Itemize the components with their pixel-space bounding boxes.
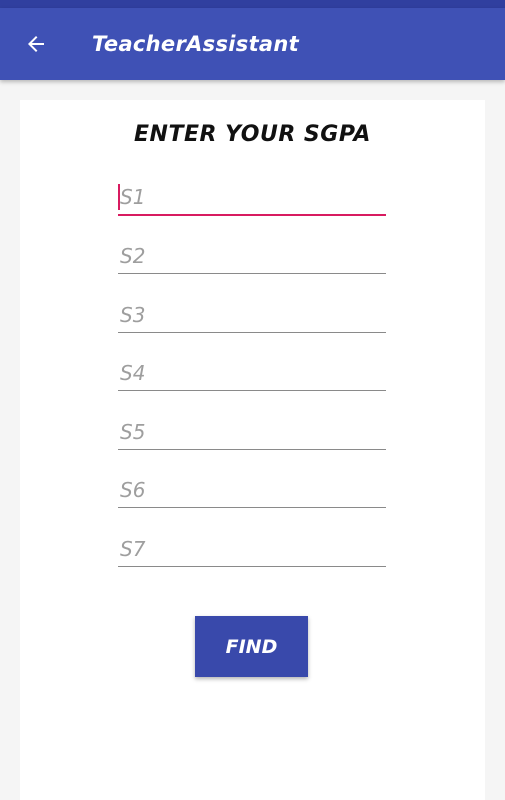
form-heading: ENTER YOUR SGPA	[134, 122, 371, 147]
sgpa-input-s5[interactable]	[118, 406, 386, 450]
sgpa-field-s3	[118, 289, 386, 333]
app-bar: TeacherAssistant	[0, 8, 505, 80]
sgpa-field-s7	[118, 523, 386, 567]
sgpa-input-s2[interactable]	[118, 230, 386, 274]
sgpa-input-s6[interactable]	[118, 464, 386, 508]
sgpa-input-s3[interactable]	[118, 289, 386, 333]
sgpa-field-s1	[118, 172, 386, 216]
arrow-left-icon	[28, 36, 44, 52]
app-title: TeacherAssistant	[92, 32, 299, 56]
sgpa-input-s7[interactable]	[118, 523, 386, 567]
sgpa-field-s5	[118, 406, 386, 450]
status-bar	[0, 0, 505, 8]
sgpa-field-s2	[118, 230, 386, 274]
text-cursor	[118, 184, 120, 210]
find-button[interactable]: FIND	[195, 616, 308, 677]
sgpa-field-s4	[118, 347, 386, 391]
form-card: ENTER YOUR SGPA FIND	[20, 100, 485, 800]
sgpa-input-s1[interactable]	[118, 172, 386, 216]
back-button[interactable]	[8, 16, 64, 72]
sgpa-input-s4[interactable]	[118, 347, 386, 391]
sgpa-field-s6	[118, 464, 386, 508]
